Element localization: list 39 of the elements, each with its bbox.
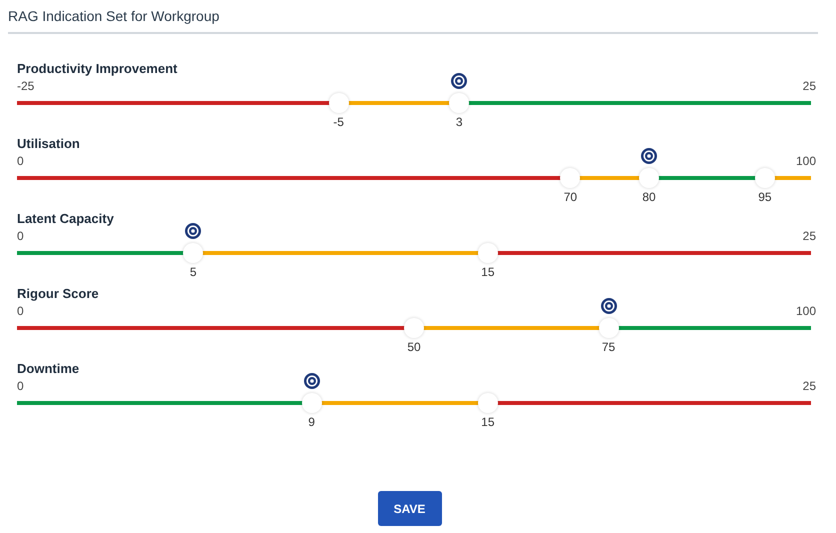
slider-thumb[interactable] — [560, 168, 580, 188]
max-value: 100 — [796, 303, 816, 319]
max-value: 100 — [796, 153, 816, 169]
max-value: 25 — [802, 228, 816, 244]
panel-title: RAG Indication Set for Workgroup — [8, 8, 220, 24]
thumb-value: 70 — [564, 189, 578, 205]
min-value: 0 — [17, 378, 24, 394]
min-value: -25 — [17, 78, 34, 94]
thumb-value: 9 — [308, 414, 315, 430]
slider-thumb[interactable] — [639, 168, 660, 188]
slider-thumb[interactable] — [598, 318, 619, 338]
min-value: 0 — [17, 153, 24, 169]
slider-thumb[interactable] — [449, 93, 470, 113]
slider-label: Rigour Score — [17, 285, 100, 303]
thumb-value: 75 — [602, 339, 616, 355]
slider-thumb[interactable] — [478, 243, 498, 263]
slider-thumb[interactable] — [404, 318, 424, 338]
slider-label: Utilisation — [17, 135, 81, 153]
slider-label: Latent Capacity — [17, 210, 115, 228]
thumb-value: 80 — [642, 189, 656, 205]
slider-thumb[interactable] — [302, 393, 322, 413]
thumb-value: -5 — [333, 114, 344, 130]
thumb-value: 95 — [758, 189, 772, 205]
save-button[interactable]: SAVE — [378, 491, 442, 526]
thumb-value: 15 — [481, 414, 494, 430]
thumb-value: 15 — [481, 264, 494, 280]
thumb-value: 50 — [407, 339, 421, 355]
slider-label: Downtime — [17, 360, 80, 378]
slider-thumb[interactable] — [478, 393, 498, 413]
max-value: 25 — [802, 78, 816, 94]
slider-thumb[interactable] — [754, 168, 775, 188]
min-value: 0 — [17, 303, 24, 319]
thumb-value: 3 — [456, 114, 463, 130]
max-value: 25 — [802, 378, 816, 394]
slider-thumb[interactable] — [328, 93, 349, 113]
min-value: 0 — [17, 228, 24, 244]
slider-thumb[interactable] — [183, 243, 204, 263]
thumb-value: 5 — [190, 264, 197, 280]
slider-label: Productivity Improvement — [17, 60, 178, 78]
